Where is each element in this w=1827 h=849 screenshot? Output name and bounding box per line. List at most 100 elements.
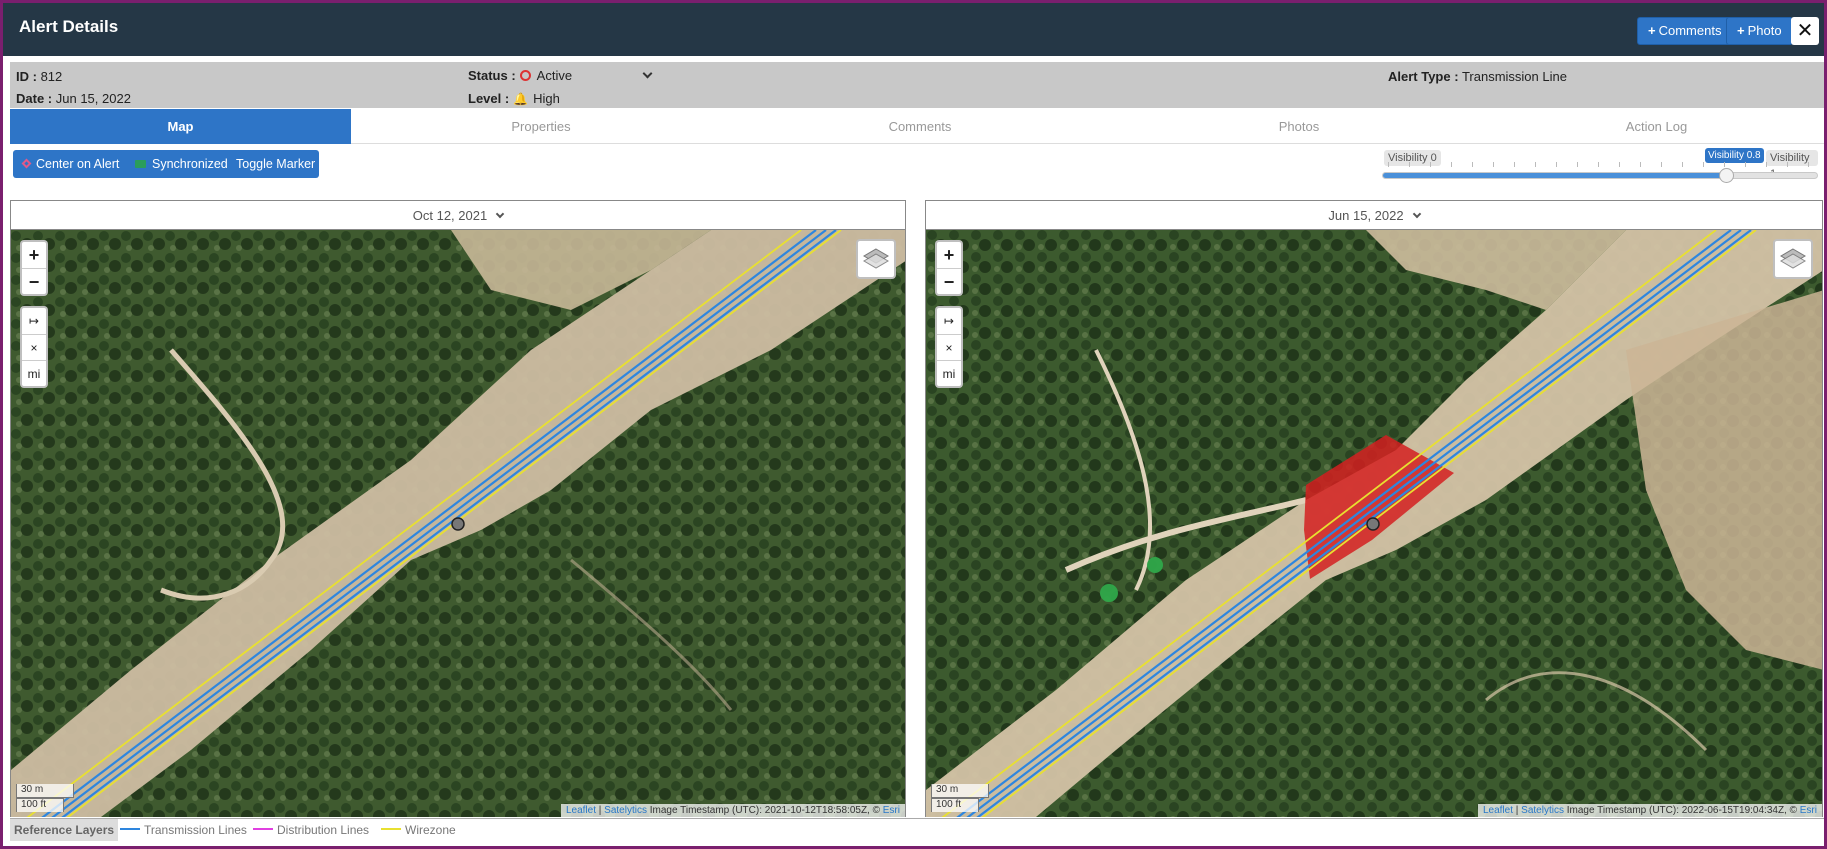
- zoom-in-button[interactable]: +: [22, 242, 46, 268]
- map-attribution: Leaflet | Satelytics Image Timestamp (UT…: [560, 804, 905, 817]
- date-label: Date :: [16, 91, 53, 106]
- status-circle-icon: [519, 70, 531, 81]
- alert-date: Date : Jun 15, 2022: [16, 91, 131, 106]
- satellite-map-before[interactable]: + − ↦ × mi 30 m 100 ft Leaflet | Satelyt…: [11, 230, 905, 817]
- clear-measure-icon[interactable]: ×: [937, 334, 961, 360]
- toggle-marker-button[interactable]: Toggle Marker: [236, 150, 315, 178]
- chevron-down-icon: [495, 209, 505, 219]
- level-value: High: [533, 91, 560, 106]
- date-select-after[interactable]: Jun 15, 2022: [926, 201, 1822, 230]
- satelytics-link[interactable]: Satelytics: [604, 805, 647, 816]
- slider-tick: [1577, 162, 1578, 167]
- slider-track[interactable]: [1382, 172, 1818, 179]
- units-toggle[interactable]: mi: [937, 360, 961, 386]
- date-select-before[interactable]: Oct 12, 2021: [11, 201, 905, 230]
- alert-type: Alert Type : Transmission Line: [1388, 69, 1567, 84]
- vegetation-marker[interactable]: [1147, 557, 1163, 573]
- dialog-title: Alert Details: [19, 17, 119, 36]
- zoom-out-button[interactable]: −: [22, 268, 46, 294]
- close-button[interactable]: ✕: [1791, 17, 1819, 45]
- legend-distribution-lines[interactable]: Distribution Lines: [253, 819, 369, 841]
- visibility-slider[interactable]: Visibility 0 Visibility 0.8 Visibility 1: [1382, 148, 1818, 188]
- plus-icon: +: [1737, 23, 1745, 38]
- slider-tick: [1619, 162, 1620, 167]
- slider-tick: [1535, 162, 1536, 167]
- alert-level: Level : 🔔 High: [468, 91, 560, 106]
- sync-icon: [135, 160, 146, 168]
- legend-swatch: [253, 828, 273, 830]
- tab-comments[interactable]: Comments: [731, 109, 1109, 144]
- leaflet-link[interactable]: Leaflet: [1483, 805, 1513, 816]
- center-on-alert-button[interactable]: Center on Alert: [21, 150, 119, 178]
- type-value: Transmission Line: [1461, 69, 1567, 84]
- date-after: Jun 15, 2022: [1328, 208, 1404, 223]
- add-comments-label: Comments: [1658, 23, 1722, 38]
- tab-map[interactable]: Map: [10, 109, 351, 144]
- legend-wirezone[interactable]: Wirezone: [381, 819, 456, 841]
- alert-info-bar: ID : 812 Date : Jun 15, 2022 Status : Act…: [10, 62, 1824, 108]
- layers-icon: [1780, 248, 1806, 269]
- chevron-down-icon[interactable]: [642, 68, 653, 79]
- legend-transmission-lines[interactable]: Transmission Lines: [120, 819, 247, 841]
- chevron-down-icon: [1412, 209, 1421, 219]
- leaflet-link[interactable]: Leaflet: [566, 805, 596, 816]
- status-value: Active: [536, 68, 573, 83]
- map-panel-after: Jun 15, 2022 + − ↦ × mi 30 m 100 ft Leaf…: [925, 200, 1823, 817]
- tab-bar: Map Properties Comments Photos Action Lo…: [10, 109, 1824, 144]
- map-imagery-after: [926, 230, 1822, 817]
- layers-button[interactable]: [1773, 239, 1813, 279]
- add-photo-label: Photo: [1747, 23, 1782, 38]
- legend-label: Transmission Lines: [144, 823, 247, 837]
- measure-icon[interactable]: ↦: [22, 308, 46, 334]
- plus-icon: +: [1648, 23, 1656, 38]
- slider-tick: [1493, 162, 1494, 167]
- slider-tick: [1472, 162, 1473, 167]
- zoom-control: + −: [935, 240, 963, 296]
- synchronized-toggle[interactable]: Synchronized: [135, 150, 228, 178]
- id-label: ID :: [16, 69, 37, 84]
- slider-tick: [1556, 162, 1557, 167]
- tab-photos[interactable]: Photos: [1109, 109, 1489, 144]
- tab-action-log[interactable]: Action Log: [1489, 109, 1824, 144]
- level-label: Level :: [468, 91, 510, 106]
- esri-link[interactable]: Esri: [1800, 805, 1817, 816]
- zoom-in-button[interactable]: +: [937, 242, 961, 268]
- date-value: Jun 15, 2022: [55, 91, 131, 106]
- alert-marker[interactable]: [1366, 517, 1380, 531]
- tab-properties[interactable]: Properties: [351, 109, 731, 144]
- slider-tick: [1703, 162, 1704, 167]
- add-comments-button[interactable]: + Comments: [1637, 17, 1733, 45]
- legend-label: Wirezone: [405, 823, 456, 837]
- attribution-separator: |: [598, 805, 602, 816]
- slider-tick: [1640, 162, 1641, 167]
- layers-button[interactable]: [856, 239, 896, 279]
- satelytics-link[interactable]: Satelytics: [1521, 805, 1564, 816]
- measure-icon[interactable]: ↦: [937, 308, 961, 334]
- slider-tick: [1787, 162, 1788, 167]
- add-photo-button[interactable]: + Photo: [1726, 17, 1793, 45]
- id-value: 812: [40, 69, 63, 84]
- slider-handle[interactable]: [1718, 168, 1734, 183]
- scale-bar: 30 m 100 ft: [931, 784, 989, 812]
- title-bar: Alert Details + Comments + Photo ✕: [3, 3, 1824, 56]
- alert-marker[interactable]: [451, 517, 465, 531]
- clear-measure-icon[interactable]: ×: [22, 334, 46, 360]
- status-select[interactable]: Status : Active: [468, 68, 653, 83]
- type-label: Alert Type :: [1388, 69, 1459, 84]
- scale-metric: 30 m: [16, 784, 74, 798]
- slider-fill: [1383, 173, 1728, 178]
- esri-link[interactable]: Esri: [883, 805, 900, 816]
- satellite-map-after[interactable]: + − ↦ × mi 30 m 100 ft Leaflet | Satelyt…: [926, 230, 1822, 817]
- slider-tick: [1682, 162, 1683, 167]
- units-toggle[interactable]: mi: [22, 360, 46, 386]
- zoom-out-button[interactable]: −: [937, 268, 961, 294]
- toggle-marker-label: Toggle Marker: [236, 157, 316, 171]
- slider-tick: [1514, 162, 1515, 167]
- legend-swatch: [120, 828, 140, 830]
- measure-control: ↦ × mi: [935, 306, 963, 388]
- visibility-current-label: Visibility 0.8: [1705, 148, 1764, 163]
- map-panel-before: Oct 12, 2021 + − ↦ × mi 30 m 100 ft Leaf…: [10, 200, 906, 817]
- image-timestamp: Image Timestamp (UTC): 2021-10-12T18:58:…: [649, 805, 880, 816]
- legend-swatch: [381, 828, 401, 830]
- vegetation-marker[interactable]: [1100, 584, 1118, 602]
